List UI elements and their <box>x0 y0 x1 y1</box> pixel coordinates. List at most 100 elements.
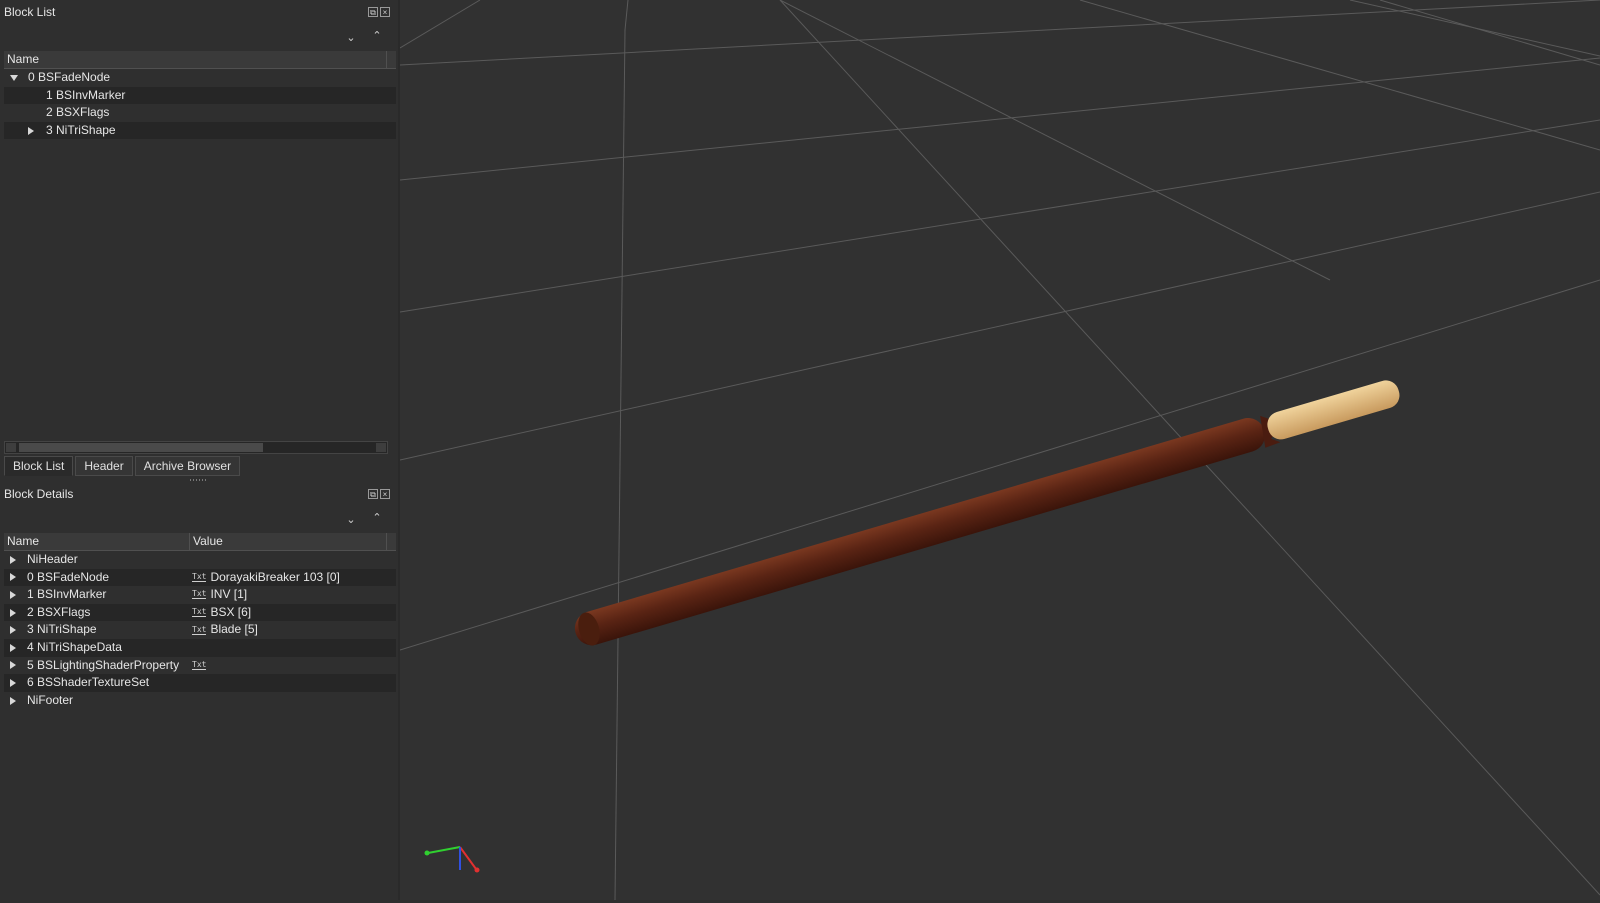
3d-viewport[interactable] <box>399 0 1600 901</box>
expand-all-icon[interactable]: ⌄ <box>344 513 358 527</box>
detail-value-cell[interactable] <box>190 639 396 657</box>
detail-name-cell: 4 NiTriShapeData <box>4 639 190 657</box>
dock-tabs: Block List Header Archive Browser <box>4 456 241 476</box>
tab-header[interactable]: Header <box>75 456 133 476</box>
scroll-right-button[interactable] <box>376 443 386 452</box>
detail-name-cell: 3 NiTriShape <box>4 621 190 639</box>
grid-line <box>399 57 1600 181</box>
float-icon[interactable]: ⧉ <box>368 489 378 499</box>
expand-arrow-icon <box>28 87 40 105</box>
tree-row-cell: 2 BSXFlags <box>4 104 387 122</box>
stick-biscuit-tip <box>1267 380 1400 440</box>
detail-row[interactable]: 3 NiTriShape Txt Blade [5] <box>4 621 396 639</box>
tree-row-cell: 0 BSFadeNode <box>4 69 387 87</box>
detail-value-cell[interactable]: Txt <box>190 657 396 675</box>
scroll-left-button[interactable] <box>6 443 16 452</box>
block-list-hscrollbar[interactable] <box>4 441 388 454</box>
detail-name-label: NiFooter <box>27 692 74 707</box>
text-type-icon: Txt <box>192 659 207 670</box>
grid-line <box>399 191 1600 461</box>
expand-arrow-icon[interactable] <box>10 604 16 622</box>
stick-chocolate-body <box>574 418 1266 646</box>
detail-value-cell[interactable]: Txt INV [1] <box>190 586 396 604</box>
tree-row-label: 1 BSInvMarker <box>46 87 126 102</box>
tree-row[interactable]: 1 BSInvMarker <box>4 86 396 105</box>
detail-value-cell[interactable] <box>190 551 396 569</box>
detail-row[interactable]: 0 BSFadeNode Txt DorayakiBreaker 103 [0] <box>4 568 396 587</box>
block-details-tree[interactable]: Name Value NiHeader 0 BSFadeNode Txt Doraya… <box>4 533 396 893</box>
scroll-thumb[interactable] <box>19 443 263 452</box>
detail-value-label: INV [1] <box>210 587 248 602</box>
detail-row[interactable]: NiHeader <box>4 551 396 569</box>
detail-name-label: 0 BSFadeNode <box>27 569 110 584</box>
expand-arrow-icon[interactable] <box>10 621 16 639</box>
tree-row-cell: 3 NiTriShape <box>4 122 387 140</box>
tab-archive-browser[interactable]: Archive Browser <box>134 456 241 476</box>
grid-line <box>399 279 1600 651</box>
detail-value-label: DorayakiBreaker 103 [0] <box>210 569 340 584</box>
expand-arrow-icon[interactable] <box>10 692 16 710</box>
detail-value-cell[interactable]: Txt Blade [5] <box>190 621 396 639</box>
expand-arrow-icon[interactable] <box>10 586 16 604</box>
close-icon[interactable]: × <box>380 489 390 499</box>
block-list-tree[interactable]: Name 0 BSFadeNode 1 BSInvMarker 2 BSXFlags… <box>4 51 396 439</box>
collapse-all-icon[interactable]: ⌃ <box>370 511 384 525</box>
expand-arrow-icon[interactable] <box>10 657 16 675</box>
collapse-arrow-icon[interactable] <box>10 69 22 87</box>
detail-value-cell[interactable] <box>190 692 396 710</box>
stick-model[interactable] <box>571 374 1404 649</box>
detail-name-label: 4 NiTriShapeData <box>27 639 122 654</box>
detail-value-label: Blade [5] <box>210 622 258 637</box>
block-details-header[interactable]: Name Value <box>4 533 396 551</box>
grid-line <box>614 29 626 901</box>
detail-name-cell: NiHeader <box>4 551 190 569</box>
detail-row[interactable]: 4 NiTriShapeData <box>4 638 396 657</box>
detail-name-label: 3 NiTriShape <box>27 622 97 637</box>
tree-row-cell: 1 BSInvMarker <box>4 87 387 105</box>
tree-row[interactable]: 3 NiTriShape <box>4 121 396 140</box>
detail-row[interactable]: 5 BSLightingShaderProperty Txt <box>4 657 396 675</box>
expand-arrow-icon[interactable] <box>10 569 16 587</box>
close-icon[interactable]: × <box>380 7 390 17</box>
tree-row-label: 0 BSFadeNode <box>28 70 111 84</box>
float-icon[interactable]: ⧉ <box>368 7 378 17</box>
detail-name-label: 6 BSShaderTextureSet <box>27 675 150 690</box>
grid-line <box>1379 0 1600 66</box>
tree-row-label: 2 BSXFlags <box>46 105 110 120</box>
detail-value-cell[interactable]: Txt DorayakiBreaker 103 [0] <box>190 569 396 587</box>
grid-line <box>1079 0 1600 151</box>
detail-value-label: BSX [6] <box>210 604 252 619</box>
block-details-rows: NiHeader 0 BSFadeNode Txt DorayakiBreaker 1… <box>4 551 396 709</box>
detail-value-cell[interactable] <box>190 674 396 692</box>
detail-name-cell: 1 BSInvMarker <box>4 586 190 604</box>
name-column-header[interactable]: Name <box>4 533 190 550</box>
block-list-header[interactable]: Name <box>4 51 396 69</box>
axis-x-line <box>459 846 477 870</box>
value-column-header[interactable]: Value <box>190 533 387 550</box>
collapse-all-icon[interactable]: ⌃ <box>370 29 384 43</box>
expand-all-icon[interactable]: ⌄ <box>344 31 358 45</box>
block-details-title: Block Details <box>4 487 74 501</box>
detail-value-cell[interactable]: Txt BSX [6] <box>190 604 396 622</box>
tab-block-list[interactable]: Block List <box>4 456 74 476</box>
axis-y-handle <box>424 850 430 856</box>
text-type-icon: Txt <box>192 589 207 600</box>
expand-arrow-icon[interactable] <box>10 674 16 692</box>
detail-row[interactable]: NiFooter <box>4 692 396 710</box>
detail-row[interactable]: 6 BSShaderTextureSet <box>4 674 396 692</box>
dock-resize-handle[interactable] <box>190 479 208 481</box>
axis-x-handle <box>474 867 480 873</box>
detail-row[interactable]: 1 BSInvMarker Txt INV [1] <box>4 586 396 604</box>
detail-row[interactable]: 2 BSXFlags Txt BSX [6] <box>4 603 396 622</box>
left-dock-panel: Block List ⧉ × ⌄ ⌃ Name 0 BSFadeNode 1 BS… <box>0 0 398 900</box>
expand-arrow-icon[interactable] <box>10 639 16 657</box>
name-column-header[interactable]: Name <box>4 51 387 68</box>
tree-row[interactable]: 2 BSXFlags <box>4 104 396 122</box>
viewport-canvas[interactable] <box>399 0 1600 901</box>
expand-arrow-icon[interactable] <box>28 122 40 140</box>
text-type-icon: Txt <box>192 624 207 635</box>
floor-grid <box>399 0 1600 901</box>
grid-line <box>399 119 1600 313</box>
tree-row[interactable]: 0 BSFadeNode <box>4 69 396 87</box>
expand-arrow-icon[interactable] <box>10 551 16 569</box>
